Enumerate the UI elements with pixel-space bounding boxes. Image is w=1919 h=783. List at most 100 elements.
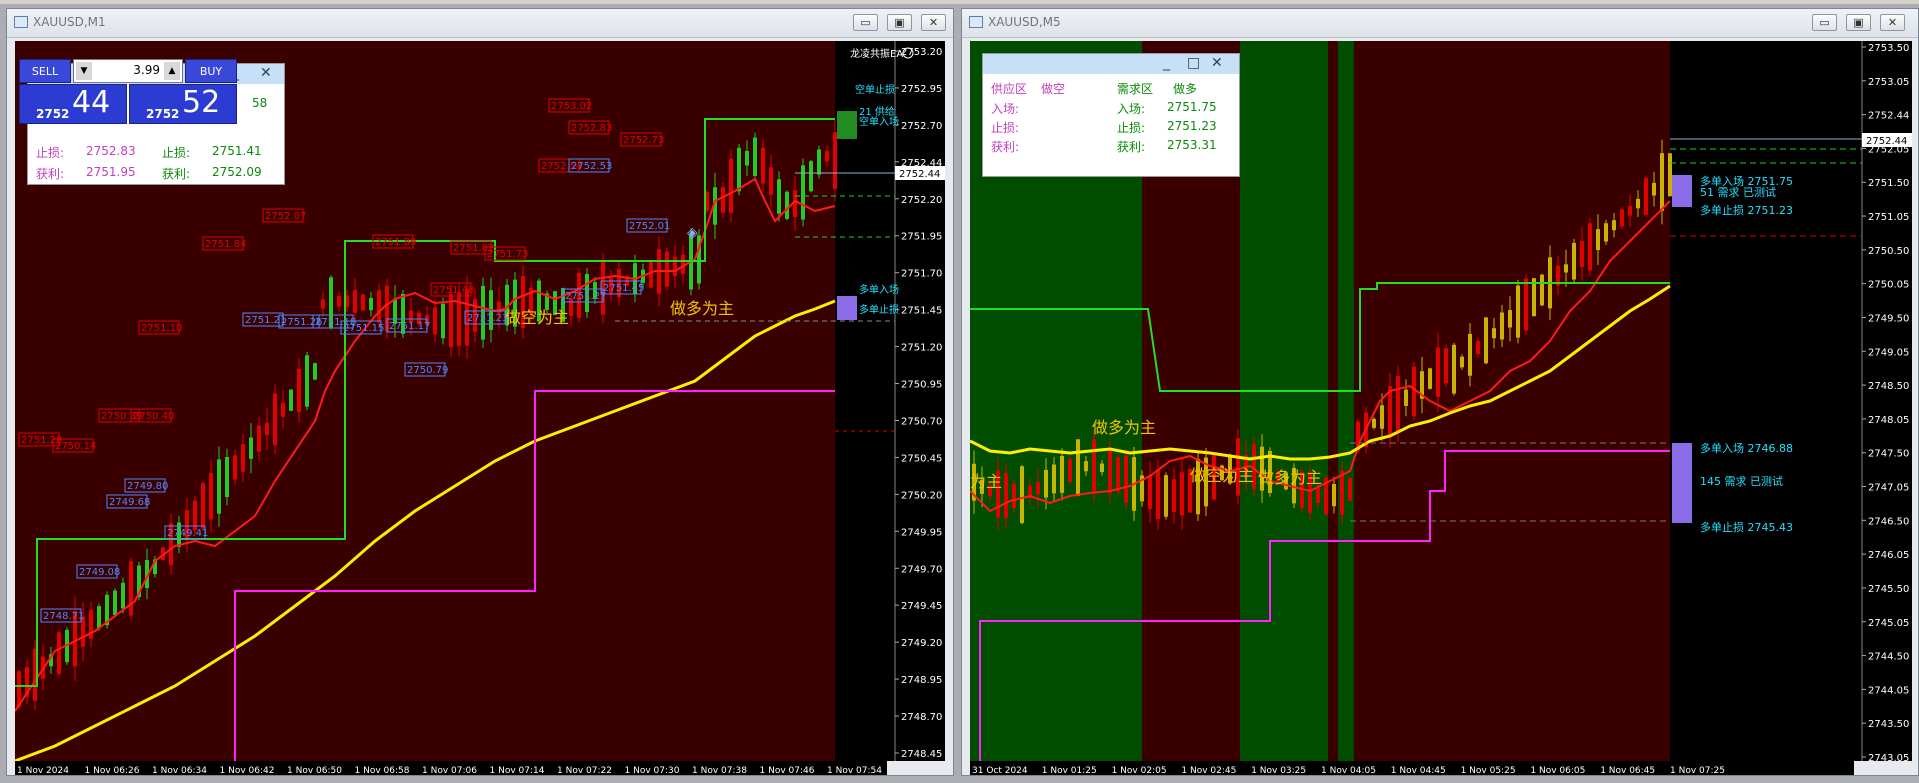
sell-price-button[interactable]: 2752 44 bbox=[19, 84, 127, 124]
chart-window-m1[interactable]: XAUUSD,M1 ▭ ▣ ✕ 2753.20 2752.95 2752.70 275… bbox=[6, 8, 954, 776]
swing-low-text: 2750.79 bbox=[407, 365, 448, 376]
lot-stepper-icon[interactable]: ▲ bbox=[164, 62, 180, 80]
sl-left-label: 止损: bbox=[36, 146, 65, 160]
lot-dropdown-icon[interactable]: ▼ bbox=[76, 62, 92, 80]
swing-low-text: 2751.15 bbox=[343, 323, 384, 334]
one-click-trading-panel[interactable]: SELL ▼ 3.99 ▲ BUY 2752 44 2752 52 bbox=[19, 59, 277, 127]
candle-body bbox=[1492, 328, 1496, 339]
swing-high-text: 2750.40 bbox=[133, 411, 174, 422]
candle-body bbox=[665, 251, 669, 287]
close-button[interactable]: ✕ bbox=[921, 14, 946, 31]
maximize-icon[interactable]: □ bbox=[1187, 55, 1200, 71]
time-tick-label: 1 Nov 02:05 bbox=[1112, 766, 1167, 776]
candle-body bbox=[1172, 479, 1176, 512]
chart-window-m5[interactable]: XAUUSD,M5 ▭ ▣ ✕ 2753.50 2753.05 2752.44 275… bbox=[961, 8, 1919, 776]
lower-entry-label: 多单入场 2746.88 bbox=[1700, 441, 1793, 455]
candle-body bbox=[1372, 418, 1376, 428]
close-icon[interactable]: ✕ bbox=[1211, 55, 1223, 71]
tp-left-label: 获利: bbox=[991, 140, 1020, 154]
price-tick-label: 2745.50 bbox=[1868, 584, 1909, 595]
candle-body bbox=[257, 425, 261, 452]
candle-body bbox=[1156, 470, 1160, 520]
price-tick-label: 2750.45 bbox=[901, 453, 942, 464]
time-tick-label: 1 Nov 07:25 bbox=[1670, 766, 1725, 776]
price-tick-label: 2743.05 bbox=[1868, 753, 1909, 761]
candle-body bbox=[1348, 477, 1352, 501]
candle-body bbox=[1660, 153, 1664, 211]
candle-body bbox=[265, 422, 269, 436]
long-bias-text: 做多为主 bbox=[670, 299, 734, 318]
price-tick-label: 2751.95 bbox=[901, 232, 942, 243]
price-tick-label: 2748.45 bbox=[901, 749, 942, 760]
cursor-marker-icon: ◈ bbox=[687, 225, 698, 241]
supply-direction: 做空 bbox=[1041, 82, 1066, 96]
candle-body bbox=[1164, 475, 1168, 517]
minimize-button[interactable]: ▭ bbox=[853, 14, 878, 31]
minimize-button[interactable]: ▭ bbox=[1812, 14, 1837, 31]
zone-label-text: 多单入场 bbox=[859, 283, 899, 296]
candle-body bbox=[353, 289, 357, 313]
swing-low-text: 2751.27 bbox=[565, 291, 606, 302]
candle-body bbox=[1516, 285, 1520, 338]
close-button[interactable]: ✕ bbox=[1880, 14, 1905, 31]
sl-left-label: 止损: bbox=[991, 121, 1020, 135]
price-tick-label: 2752.70 bbox=[901, 121, 942, 132]
candle-body bbox=[305, 355, 309, 407]
candle-body bbox=[1668, 153, 1672, 197]
time-tick-label: 1 Nov 07:46 bbox=[760, 766, 815, 776]
candle-body bbox=[225, 456, 229, 498]
title-bar[interactable]: XAUUSD,M1 ▭ ▣ ✕ bbox=[7, 9, 953, 38]
candle-body bbox=[1500, 312, 1504, 340]
price-tick-label: 2753.20 bbox=[901, 47, 942, 58]
sell-price-pips: 44 bbox=[72, 85, 111, 120]
time-tick-label: 1 Nov 06:05 bbox=[1530, 766, 1585, 776]
price-tick-label: 2744.50 bbox=[1868, 652, 1909, 663]
swing-high-text: 2751.84 bbox=[205, 239, 246, 250]
price-tick-label: 2749.95 bbox=[901, 527, 942, 538]
candle-body bbox=[129, 561, 133, 616]
demand-zone-box-upper[interactable] bbox=[1672, 175, 1692, 207]
time-tick-label: 1 Nov 05:25 bbox=[1461, 766, 1516, 776]
buy-button[interactable]: BUY bbox=[185, 59, 237, 83]
demand-zone-label: 需求区 bbox=[1117, 82, 1154, 96]
candle-body bbox=[1628, 205, 1632, 216]
candle-body bbox=[497, 301, 501, 314]
candle-body bbox=[1108, 448, 1112, 494]
candle-body bbox=[1596, 229, 1600, 251]
price-tick-label: 2747.05 bbox=[1868, 483, 1909, 494]
supply-zone-box[interactable] bbox=[837, 111, 857, 139]
lower-sl-label: 多单止损 2745.43 bbox=[1700, 520, 1793, 534]
maximize-button[interactable]: ▣ bbox=[1846, 14, 1871, 31]
upper-sl-label: 多单止损 2751.23 bbox=[1700, 203, 1793, 217]
candle-body bbox=[1060, 455, 1064, 493]
lot-size-value[interactable]: 3.99 bbox=[133, 63, 160, 77]
price-tick-label: 2748.50 bbox=[1868, 381, 1909, 392]
candle-body bbox=[433, 307, 437, 335]
demand-zone-box-lower[interactable] bbox=[1672, 443, 1692, 523]
entry-left-label: 入场: bbox=[991, 102, 1020, 116]
zone-info-panel[interactable]: _ □ ✕ 供应区 做空 需求区 做多 入场: 止损: 获利: 入场: 2751… bbox=[982, 53, 1240, 177]
window-title: XAUUSD,M5 bbox=[988, 15, 1061, 29]
candle-body bbox=[1380, 405, 1384, 429]
sell-button[interactable]: SELL bbox=[19, 59, 71, 83]
price-tick-label: 2749.70 bbox=[901, 564, 942, 575]
minimize-icon[interactable]: _ bbox=[1163, 55, 1170, 71]
info-panel-header[interactable]: _ □ ✕ bbox=[983, 54, 1239, 74]
title-bar[interactable]: XAUUSD,M5 ▭ ▣ ✕ bbox=[962, 9, 1918, 38]
price-tick-label: 2753.05 bbox=[1868, 77, 1909, 88]
chart-window-icon bbox=[969, 16, 983, 28]
demand-zone-box[interactable] bbox=[837, 296, 857, 320]
candle-body bbox=[1444, 348, 1448, 384]
long-bias-text-2: 做多为主 bbox=[1258, 468, 1322, 487]
maximize-button[interactable]: ▣ bbox=[887, 14, 912, 31]
lot-size-input[interactable]: ▼ 3.99 ▲ bbox=[73, 59, 183, 83]
buy-price-button[interactable]: 2752 52 bbox=[129, 84, 237, 124]
price-tick-label: 2750.95 bbox=[901, 380, 942, 391]
price-tick-label: 2744.05 bbox=[1868, 685, 1909, 696]
candle-body bbox=[785, 191, 789, 219]
candle-body bbox=[1588, 223, 1592, 271]
green-zone-2 bbox=[1240, 41, 1328, 761]
top-strip bbox=[0, 0, 1919, 4]
price-tick-label: 2750.70 bbox=[901, 416, 942, 427]
swing-low-text: 2748.71 bbox=[43, 611, 84, 622]
